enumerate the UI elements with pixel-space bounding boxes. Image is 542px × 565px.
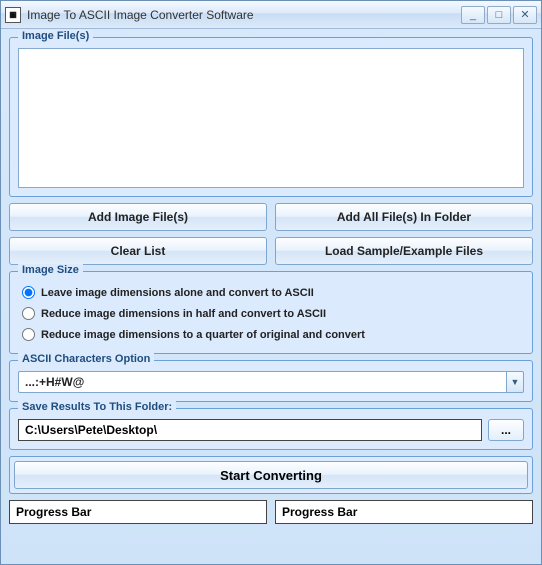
image-size-group: Image Size Leave image dimensions alone … bbox=[9, 271, 533, 354]
image-size-legend: Image Size bbox=[18, 264, 83, 276]
progress-row: Progress Bar Progress Bar bbox=[9, 500, 533, 524]
start-converting-button[interactable]: Start Converting bbox=[14, 461, 528, 489]
ascii-characters-combo[interactable]: ▼ bbox=[18, 371, 524, 393]
save-folder-row: ... bbox=[18, 419, 524, 441]
ascii-characters-legend: ASCII Characters Option bbox=[18, 353, 154, 365]
minimize-button[interactable]: _ bbox=[461, 6, 485, 24]
start-converting-wrap: Start Converting bbox=[9, 456, 533, 494]
radio-quarter-label: Reduce image dimensions to a quarter of … bbox=[41, 329, 365, 341]
save-folder-input[interactable] bbox=[18, 419, 482, 441]
add-all-files-in-folder-button[interactable]: Add All File(s) In Folder bbox=[275, 203, 533, 231]
titlebar: ▦ Image To ASCII Image Converter Softwar… bbox=[1, 1, 541, 29]
radio-option-quarter[interactable]: Reduce image dimensions to a quarter of … bbox=[18, 324, 524, 345]
add-image-files-button[interactable]: Add Image File(s) bbox=[9, 203, 267, 231]
progress-bar-right: Progress Bar bbox=[275, 500, 533, 524]
image-files-legend: Image File(s) bbox=[18, 30, 93, 42]
radio-leave-alone-input[interactable] bbox=[22, 286, 35, 299]
clear-list-button[interactable]: Clear List bbox=[9, 237, 267, 265]
file-list[interactable] bbox=[18, 48, 524, 188]
radio-leave-alone-label: Leave image dimensions alone and convert… bbox=[41, 287, 314, 299]
radio-half-label: Reduce image dimensions in half and conv… bbox=[41, 308, 326, 320]
image-files-group: Image File(s) bbox=[9, 37, 533, 197]
ascii-characters-input[interactable] bbox=[18, 371, 506, 393]
radio-option-half[interactable]: Reduce image dimensions in half and conv… bbox=[18, 303, 524, 324]
progress-bar-left: Progress Bar bbox=[9, 500, 267, 524]
radio-half-input[interactable] bbox=[22, 307, 35, 320]
ascii-characters-dropdown-button[interactable]: ▼ bbox=[506, 371, 524, 393]
load-sample-files-button[interactable]: Load Sample/Example Files bbox=[275, 237, 533, 265]
chevron-down-icon: ▼ bbox=[511, 377, 520, 387]
app-window: ▦ Image To ASCII Image Converter Softwar… bbox=[0, 0, 542, 565]
radio-option-leave-alone[interactable]: Leave image dimensions alone and convert… bbox=[18, 282, 524, 303]
window-controls: _ □ ✕ bbox=[461, 6, 537, 24]
save-folder-legend: Save Results To This Folder: bbox=[18, 401, 176, 413]
window-title: Image To ASCII Image Converter Software bbox=[27, 8, 461, 22]
maximize-button[interactable]: □ bbox=[487, 6, 511, 24]
button-row-1: Add Image File(s) Add All File(s) In Fol… bbox=[9, 203, 533, 231]
ascii-characters-group: ASCII Characters Option ▼ bbox=[9, 360, 533, 402]
button-row-2: Clear List Load Sample/Example Files bbox=[9, 237, 533, 265]
close-button[interactable]: ✕ bbox=[513, 6, 537, 24]
app-icon: ▦ bbox=[5, 7, 21, 23]
save-folder-group: Save Results To This Folder: ... bbox=[9, 408, 533, 450]
radio-quarter-input[interactable] bbox=[22, 328, 35, 341]
content-area: Image File(s) Add Image File(s) Add All … bbox=[1, 29, 541, 532]
browse-folder-button[interactable]: ... bbox=[488, 419, 524, 441]
